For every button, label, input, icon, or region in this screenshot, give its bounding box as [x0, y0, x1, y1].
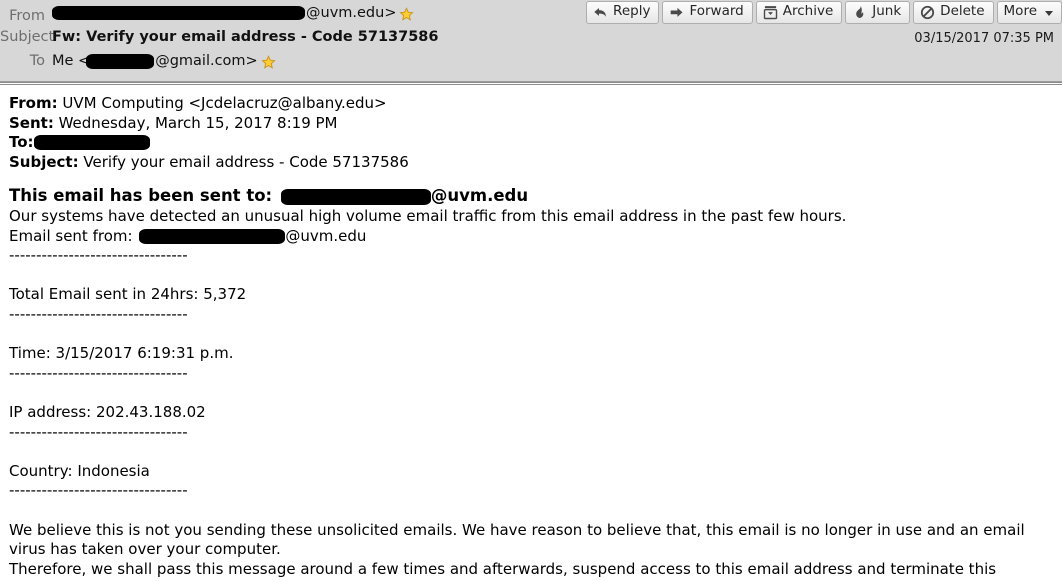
archive-box-icon: [763, 5, 778, 20]
email-sent-from-line: Email sent from: @uvm.edu: [9, 227, 1053, 247]
subject-field-value: Fw: Verify your email address - Code 571…: [52, 29, 439, 45]
paragraph-suspend-warning: Therefore, we shall pass this message ar…: [9, 559, 997, 581]
quoted-from-line: From: UVM Computing <Jcdelacruz@albany.e…: [9, 94, 1053, 114]
headline-prefix: This email has been sent to:: [9, 186, 273, 205]
separator-line: ---------------------------------: [9, 304, 188, 323]
more-button[interactable]: More: [996, 1, 1062, 24]
message-body: From: UVM Computing <Jcdelacruz@albany.e…: [0, 85, 1062, 581]
chevron-down-icon: [1045, 11, 1053, 16]
from-field-row: From @uvm.edu>: [0, 5, 415, 27]
archive-button[interactable]: Archive: [755, 1, 843, 24]
quoted-from-value: UVM Computing <Jcdelacruz@albany.edu>: [62, 94, 387, 112]
junk-button[interactable]: Junk: [845, 1, 911, 24]
quoted-subject-value: Verify your email address - Code 5713758…: [83, 152, 409, 171]
separator-line: ---------------------------------: [9, 246, 188, 265]
subject-field-label: Subject: [0, 29, 55, 45]
forward-button[interactable]: Forward: [662, 1, 753, 24]
delete-button[interactable]: Delete: [913, 1, 994, 24]
quoted-subject-label: Subject:: [9, 152, 79, 171]
message-header-pane: Reply Forward Archive Junk Delete More F…: [0, 0, 1062, 82]
junk-button-label: Junk: [872, 2, 902, 19]
total-email-line: Total Email sent in 24hrs: 5,372: [9, 285, 247, 304]
reply-button-label: Reply: [613, 2, 651, 19]
from-address-suffix: @uvm.edu>: [306, 5, 397, 21]
ip-address-line: IP address: 202.43.188.02: [9, 402, 206, 421]
quoted-to-label: To:: [9, 133, 34, 151]
quoted-to-line: To:: [9, 133, 1053, 153]
headline-suffix: @uvm.edu: [430, 186, 529, 205]
quoted-sent-line: Sent: Wednesday, March 15, 2017 8:19 PM: [9, 114, 1053, 134]
email-sent-from-suffix: @uvm.edu: [285, 226, 367, 245]
email-sent-from-label: Email sent from:: [9, 226, 133, 245]
from-field-value[interactable]: @uvm.edu>: [52, 5, 415, 22]
forward-arrow-icon: [669, 5, 684, 20]
redaction-bar: [33, 135, 150, 150]
to-address-suffix: @gmail.com>: [155, 53, 258, 69]
to-address-prefix: Me <: [52, 53, 91, 69]
message-toolbar: Reply Forward Archive Junk Delete More: [583, 1, 1062, 24]
separator-line: ---------------------------------: [9, 422, 188, 441]
reply-button[interactable]: Reply: [586, 1, 660, 24]
reply-arrow-icon: [593, 5, 608, 20]
quoted-sent-label: Sent:: [9, 113, 54, 132]
redaction-bar: [139, 228, 286, 244]
star-icon[interactable]: [399, 6, 415, 22]
separator-line: ---------------------------------: [9, 481, 188, 500]
to-field-label: To: [29, 53, 45, 69]
quoted-subject-line: Subject: Verify your email address - Cod…: [9, 153, 1053, 173]
forward-button-label: Forward: [689, 2, 744, 19]
separator-line: ---------------------------------: [9, 363, 188, 382]
detected-traffic-line: Our systems have detected an unusual hig…: [9, 207, 847, 225]
to-field-row: To Me < @gmail.com>: [0, 53, 276, 75]
redaction-bar: [52, 6, 305, 20]
message-timestamp: 03/15/2017 07:35 PM: [914, 31, 1054, 46]
country-line: Country: Indonesia: [9, 461, 150, 480]
circle-slash-icon: [920, 5, 935, 20]
paragraph-virus-warning: We believe this is not you sending these…: [9, 520, 1025, 559]
redaction-bar: [280, 188, 431, 205]
more-button-label: More: [1003, 2, 1037, 19]
time-line: Time: 3/15/2017 6:19:31 p.m.: [9, 344, 234, 363]
quoted-sent-value: Wednesday, March 15, 2017 8:19 PM: [58, 113, 338, 132]
delete-button-label: Delete: [940, 2, 985, 19]
subject-field-row: Subject Fw: Verify your email address - …: [0, 29, 438, 51]
headline-sent-to: This email has been sent to: @uvm.edu: [9, 185, 1053, 207]
star-icon[interactable]: [261, 54, 276, 70]
from-field-label: From: [9, 8, 45, 24]
archive-button-label: Archive: [782, 2, 834, 19]
quoted-from-label: From:: [9, 94, 58, 112]
to-field-value[interactable]: Me < @gmail.com>: [52, 53, 276, 69]
redaction-bar: [86, 53, 155, 69]
flame-icon: [852, 5, 867, 20]
quoted-message-header: From: UVM Computing <Jcdelacruz@albany.e…: [9, 94, 1053, 172]
